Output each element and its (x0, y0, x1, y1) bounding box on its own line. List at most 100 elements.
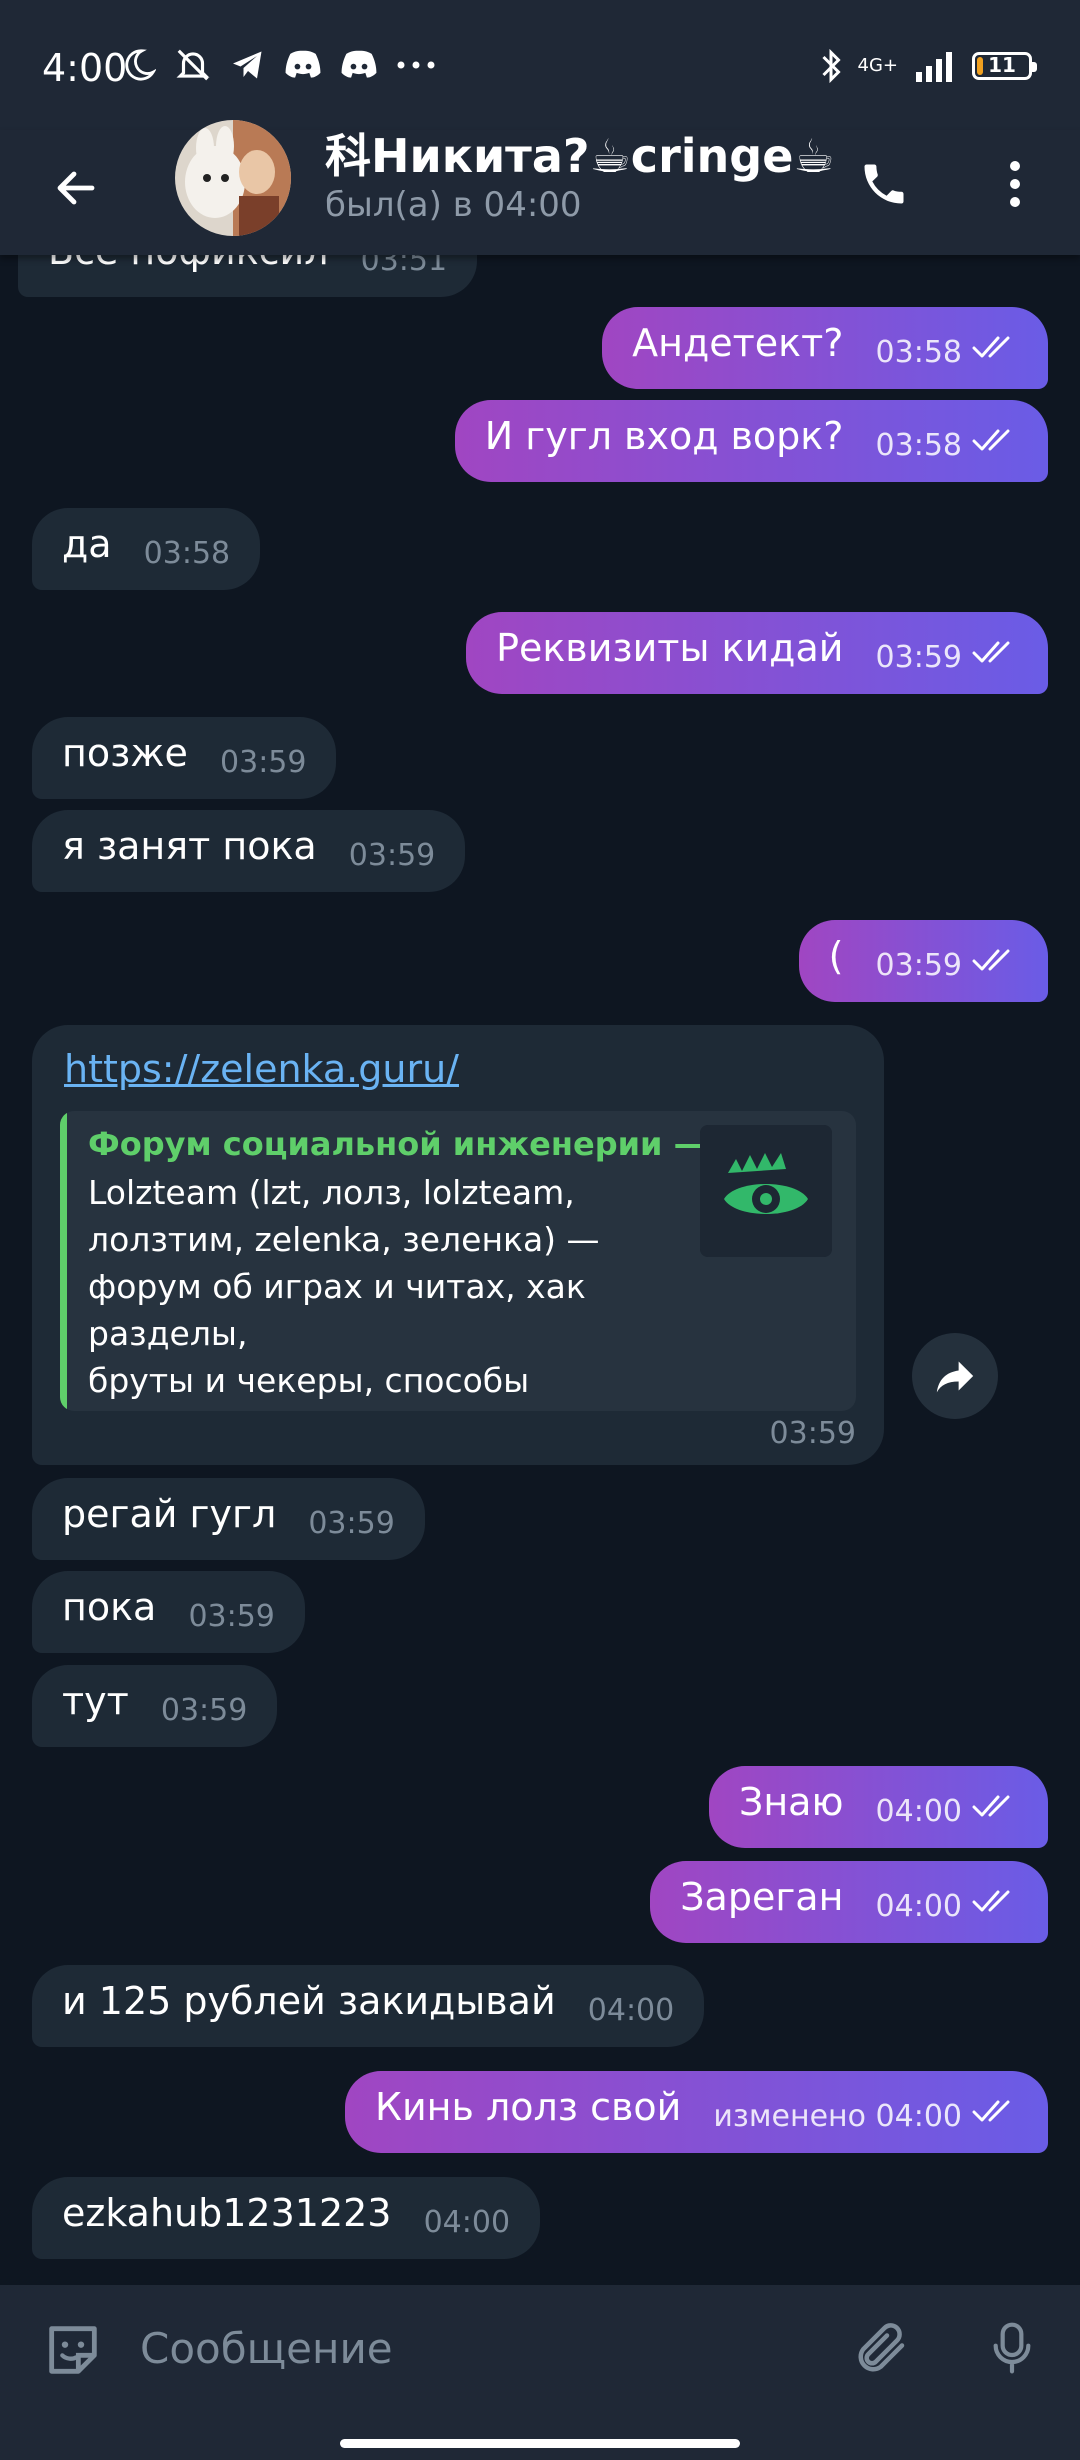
read-checkmarks-icon (972, 641, 1010, 663)
message-incoming[interactable]: Всё пофиксил 03:51 (18, 255, 478, 297)
message-text: ( (828, 934, 844, 978)
message-text: Зареган (680, 1875, 844, 1919)
message-incoming[interactable]: пока 03:59 (32, 1571, 305, 1653)
message-list[interactable]: Всё пофиксил 03:51 Андетект? 03:58 И гуг… (0, 255, 1080, 2285)
message-text: и 125 рублей закидывай (62, 1979, 556, 2023)
read-checkmarks-icon (972, 336, 1010, 358)
microphone-icon (993, 2322, 1031, 2374)
message-outgoing[interactable]: ( 03:59 (798, 920, 1048, 1002)
back-button[interactable] (40, 152, 112, 224)
message-time: 04:00 (587, 1993, 675, 2028)
message-incoming[interactable]: тут 03:59 (32, 1665, 278, 1747)
message-incoming[interactable]: ezkahub1231223 04:00 (32, 2177, 541, 2259)
read-checkmarks-icon (972, 1795, 1010, 1817)
message-text: да (62, 522, 112, 566)
muted-bell-icon (176, 49, 210, 81)
last-seen-status: был(а) в 04:00 (325, 185, 582, 225)
link-preview[interactable]: Форум социальной инженерии —... Lolzteam… (60, 1111, 856, 1411)
message-incoming[interactable]: и 125 рублей закидывай 04:00 (32, 1965, 705, 2047)
battery-icon: 11 (972, 52, 1037, 80)
message-text: Андетект? (632, 321, 844, 365)
message-text: Знаю (738, 1780, 844, 1824)
forward-arrow-icon (936, 1361, 974, 1393)
sticker-button[interactable] (38, 2315, 108, 2385)
message-outgoing[interactable]: Андетект? 03:58 (602, 307, 1048, 389)
message-incoming[interactable]: я занят пока 03:59 (32, 810, 466, 892)
message-time: 03:58 (143, 536, 231, 571)
read-checkmarks-icon (972, 1890, 1010, 1912)
message-input[interactable] (140, 2313, 790, 2383)
preview-thumbnail (700, 1125, 832, 1257)
message-time: 03:59 (348, 838, 436, 873)
notification-icons (122, 40, 436, 90)
lolzteam-eye-logo (700, 1125, 832, 1257)
discord-icon-2 (341, 50, 377, 78)
link-message[interactable]: https://zelenka.guru/ Форум социальной и… (32, 1025, 884, 1465)
paperclip-icon (858, 2323, 905, 2372)
message-time: 03:59 (220, 745, 307, 780)
message-time: 04:00 (423, 2205, 511, 2240)
message-outgoing[interactable]: Зареган 04:00 (650, 1861, 1048, 1943)
message-text: регай гугл (62, 1492, 277, 1536)
home-indicator[interactable] (340, 2439, 740, 2448)
status-bar: 4:00 4G+ 11 (0, 0, 1080, 130)
message-composer (0, 2285, 1080, 2405)
message-time: 03:58 (875, 428, 962, 463)
network-type: 4G+ (857, 55, 898, 76)
message-link[interactable]: https://zelenka.guru/ (64, 1047, 459, 1091)
message-time: 03:59 (160, 1693, 248, 1728)
message-text: ezkahub1231223 (62, 2191, 392, 2235)
telegram-icon (233, 51, 262, 79)
message-text: позже (62, 731, 188, 775)
message-incoming[interactable]: да 03:58 (32, 508, 261, 590)
message-time: 04:00 (875, 1889, 962, 1924)
system-icons: 4G+ 11 (820, 44, 1037, 88)
battery-percent: 11 (988, 53, 1016, 77)
message-time: 03:59 (188, 1599, 275, 1634)
read-checkmarks-icon (972, 949, 1010, 971)
preview-accent-bar (60, 1111, 67, 1411)
phone-icon (864, 164, 904, 204)
chat-title: 科Никита?☕cringe☕ (325, 129, 835, 183)
message-text: пока (62, 1585, 157, 1629)
message-outgoing[interactable]: Реквизиты кидай 03:59 (466, 612, 1048, 694)
message-time: 03:59 (875, 948, 962, 983)
message-outgoing[interactable]: И гугл вход ворк? 03:58 (454, 400, 1048, 482)
message-time: 03:59 (769, 1416, 856, 1451)
message-time: изменено 04:00 (713, 2099, 962, 2134)
more-notifications-icon (397, 61, 435, 69)
arrow-left-icon (57, 171, 95, 205)
message-time: 03:59 (308, 1506, 395, 1541)
discord-icon (285, 50, 321, 78)
read-checkmarks-icon (972, 2100, 1010, 2122)
moon-icon (125, 49, 156, 81)
preview-title: Форум социальной инженерии —... (88, 1125, 743, 1163)
message-incoming[interactable]: позже 03:59 (32, 717, 337, 799)
message-outgoing[interactable]: Знаю 04:00 (708, 1766, 1048, 1848)
message-incoming[interactable]: регай гугл 03:59 (32, 1478, 425, 1560)
message-text: тут (62, 1679, 129, 1723)
share-button[interactable] (912, 1333, 998, 1419)
message-text: И гугл вход ворк? (484, 414, 844, 458)
status-time: 4:00 (42, 46, 128, 90)
message-outgoing[interactable]: Кинь лолз свой изменено 04:00 (344, 2071, 1048, 2153)
preview-description: Lolzteam (lzt, лолз, lolzteam, лолзтим, … (88, 1173, 600, 1411)
message-text: Реквизиты кидай (496, 626, 844, 670)
read-checkmarks-icon (972, 429, 1010, 451)
more-options-button[interactable] (985, 148, 1045, 220)
message-text: Кинь лолз свой (374, 2085, 682, 2129)
message-text: Всё пофиксил (48, 255, 329, 273)
avatar-image (175, 120, 291, 236)
avatar[interactable] (175, 120, 291, 236)
attach-button[interactable] (845, 2311, 919, 2385)
message-time: 03:59 (875, 640, 962, 675)
more-vertical-icon (1010, 161, 1020, 207)
call-button[interactable] (848, 148, 920, 220)
message-time: 04:00 (875, 1794, 962, 1829)
signal-icon (916, 52, 952, 82)
navigation-bar (0, 2405, 1080, 2460)
bluetooth-icon (821, 48, 841, 84)
voice-record-button[interactable] (975, 2311, 1049, 2385)
sticker-smile-icon (49, 2326, 97, 2374)
message-time: 03:58 (875, 335, 962, 370)
